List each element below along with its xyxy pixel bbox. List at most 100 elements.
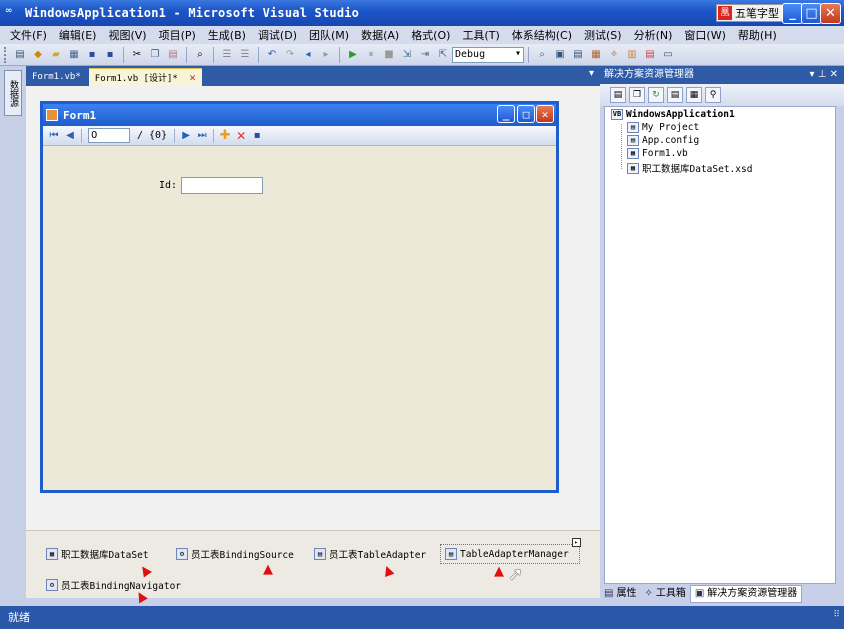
properties-icon[interactable]: ▤ <box>570 47 586 63</box>
extension-manager-icon[interactable]: ▥ <box>624 47 640 63</box>
id-textbox[interactable] <box>181 177 263 194</box>
form-preview[interactable]: Form1 _ □ ✕ ⏮ ◀ 0 / {0} ▶ ⏭ ✚ ✕ ▪ Id: <box>40 101 559 493</box>
comment-icon[interactable]: ☰ <box>219 47 235 63</box>
toolbox-icon[interactable]: ✧ <box>606 47 622 63</box>
menu-edit[interactable]: 编辑(E) <box>59 27 97 43</box>
menu-project[interactable]: 项目(P) <box>159 27 196 43</box>
form-designer-surface[interactable]: Form1 _ □ ✕ ⏮ ◀ 0 / {0} ▶ ⏭ ✚ ✕ ▪ Id: <box>26 86 600 530</box>
new-project-icon[interactable]: ▤ <box>12 47 28 63</box>
tree-item-form1[interactable]: ▦ Form1.vb <box>627 148 688 159</box>
tray-item-adapter-manager[interactable]: ▤ TableAdapterManager ▸ <box>440 538 581 564</box>
uncomment-icon[interactable]: ☰ <box>237 47 253 63</box>
tab-properties[interactable]: ▤ 属性 <box>600 585 640 603</box>
cut-icon[interactable]: ✂ <box>129 47 145 63</box>
menu-analyze[interactable]: 分析(N) <box>634 27 673 43</box>
add-icon[interactable]: ▦ <box>66 47 82 63</box>
tree-item-dataset-xsd[interactable]: ▦ 职工数据库DataSet.xsd <box>627 161 752 175</box>
binding-navigator[interactable]: ⏮ ◀ 0 / {0} ▶ ⏭ ✚ ✕ ▪ <box>43 126 556 146</box>
move-last-icon[interactable]: ⏭ <box>195 129 209 143</box>
menu-tools[interactable]: 工具(T) <box>462 27 499 43</box>
solution-explorer-icon[interactable]: ▣ <box>552 47 568 63</box>
refresh-icon[interactable]: ↻ <box>648 87 664 103</box>
menu-team[interactable]: 团队(M) <box>309 27 349 43</box>
tree-connector-line <box>621 124 622 169</box>
tray-item-binding-source[interactable]: ⚙ 员工表BindingSource <box>176 547 294 561</box>
navigate-forward-icon[interactable]: ▸ <box>318 47 334 63</box>
panel-window-controls[interactable]: ▾ ⊥ ✕ <box>810 66 838 84</box>
toolbar-grip[interactable] <box>4 46 7 63</box>
tray-item-dataset[interactable]: ▦ 职工数据库DataSet <box>46 547 149 561</box>
show-all-files-icon[interactable]: ❐ <box>629 87 645 103</box>
undo-icon[interactable]: ↶ <box>264 47 280 63</box>
properties-icon[interactable]: ▤ <box>610 87 626 103</box>
menu-debug[interactable]: 调试(D) <box>258 27 297 43</box>
start-debugging-icon[interactable]: ▶ <box>345 47 361 63</box>
stop-icon[interactable]: ■ <box>381 47 397 63</box>
step-out-icon[interactable]: ⇱ <box>435 47 451 63</box>
data-sources-tab[interactable]: 数据源 <box>4 70 22 116</box>
find-in-files-icon[interactable]: ⌕ <box>534 47 550 63</box>
ime-indicator[interactable]: 凰 五笔字型 <box>716 4 784 22</box>
move-first-icon[interactable]: ⏮ <box>47 129 61 143</box>
delete-icon[interactable]: ✕ <box>234 129 248 143</box>
open-file-icon[interactable]: ▰ <box>48 47 64 63</box>
menu-file[interactable]: 文件(F) <box>10 27 47 43</box>
smart-tag-icon[interactable]: ▸ <box>571 538 581 547</box>
maximize-button[interactable]: □ <box>801 3 822 24</box>
tab-toolbox[interactable]: ✧ 工具箱 <box>640 585 689 603</box>
toolbar-separator <box>213 46 214 63</box>
start-page-icon[interactable]: ▤ <box>642 47 658 63</box>
menu-format[interactable]: 格式(O) <box>411 27 450 43</box>
panel-title: 解决方案资源管理器 <box>604 69 694 80</box>
save-icon[interactable]: ▪ <box>84 47 100 63</box>
tab-form1-design[interactable]: Form1.vb [设计]* ✕ <box>88 68 202 86</box>
toolbar-options-icon[interactable]: ▭ <box>660 47 676 63</box>
minimize-button[interactable]: _ <box>782 3 803 24</box>
menu-test[interactable]: 测试(S) <box>584 27 622 43</box>
position-input[interactable]: 0 <box>88 128 130 143</box>
menu-window[interactable]: 窗口(W) <box>684 27 725 43</box>
menu-help[interactable]: 帮助(H) <box>738 27 777 43</box>
tab-solution-explorer[interactable]: ▣ 解决方案资源管理器 <box>689 585 803 603</box>
solution-explorer-toolbar: ▤ ❐ ↻ ▤ ▦ ⚲ <box>600 84 844 106</box>
redo-icon[interactable]: ↷ <box>282 47 298 63</box>
tray-item-table-adapter[interactable]: ▤ 员工表TableAdapter <box>314 547 426 561</box>
copy-icon[interactable]: ❐ <box>147 47 163 63</box>
step-over-icon[interactable]: ⇥ <box>417 47 433 63</box>
tab-dropdown-icon[interactable]: ▾ <box>589 68 594 79</box>
solution-explorer-panel: 解决方案资源管理器 ▾ ⊥ ✕ ▤ ❐ ↻ ▤ ▦ ⚲ VB WindowsAp… <box>600 66 844 606</box>
solution-configuration-select[interactable]: Debug <box>452 46 524 63</box>
resize-grip-icon[interactable]: ⠿ <box>833 604 840 627</box>
id-label: Id: <box>159 180 178 191</box>
view-code-icon[interactable]: ▤ <box>667 87 683 103</box>
step-into-icon[interactable]: ⇲ <box>399 47 415 63</box>
find-icon[interactable]: ⌕ <box>192 47 208 63</box>
view-designer-icon[interactable]: ▦ <box>686 87 702 103</box>
tree-item-app-config[interactable]: ▤ App.config <box>627 135 699 146</box>
save-all-icon[interactable]: ▪ <box>102 47 118 63</box>
tree-item-project[interactable]: VB WindowsApplication1 <box>611 109 735 120</box>
add-new-icon[interactable]: ✚ <box>218 128 232 143</box>
annotation-arrow-icon: ▲ <box>136 561 154 580</box>
tab-form1-code[interactable]: Form1.vb* <box>26 68 87 86</box>
move-previous-icon[interactable]: ◀ <box>63 129 77 143</box>
pause-icon[interactable]: ⏸ <box>363 47 379 63</box>
close-tab-icon[interactable]: ✕ <box>189 71 196 84</box>
object-browser-icon[interactable]: ▦ <box>588 47 604 63</box>
menu-data[interactable]: 数据(A) <box>361 27 399 43</box>
menu-build[interactable]: 生成(B) <box>208 27 246 43</box>
close-button[interactable]: ✕ <box>820 3 841 24</box>
save-data-icon[interactable]: ▪ <box>250 129 264 143</box>
menu-view[interactable]: 视图(V) <box>108 27 146 43</box>
move-next-icon[interactable]: ▶ <box>179 129 193 143</box>
tree-item-my-project[interactable]: ▤ My Project <box>627 122 699 133</box>
solution-explorer-title-bar: 解决方案资源管理器 ▾ ⊥ ✕ <box>600 66 844 84</box>
form-title: Form1 <box>63 108 97 122</box>
menu-architecture[interactable]: 体系结构(C) <box>512 27 572 43</box>
visual-studio-icon: ∞ <box>5 6 13 16</box>
class-diagram-icon[interactable]: ⚲ <box>705 87 721 103</box>
paste-icon[interactable]: ▤ <box>165 47 181 63</box>
navigate-back-icon[interactable]: ◂ <box>300 47 316 63</box>
add-item-icon[interactable]: ◆ <box>30 47 46 63</box>
tray-item-binding-navigator[interactable]: ⚙ 员工表BindingNavigator <box>46 578 181 592</box>
